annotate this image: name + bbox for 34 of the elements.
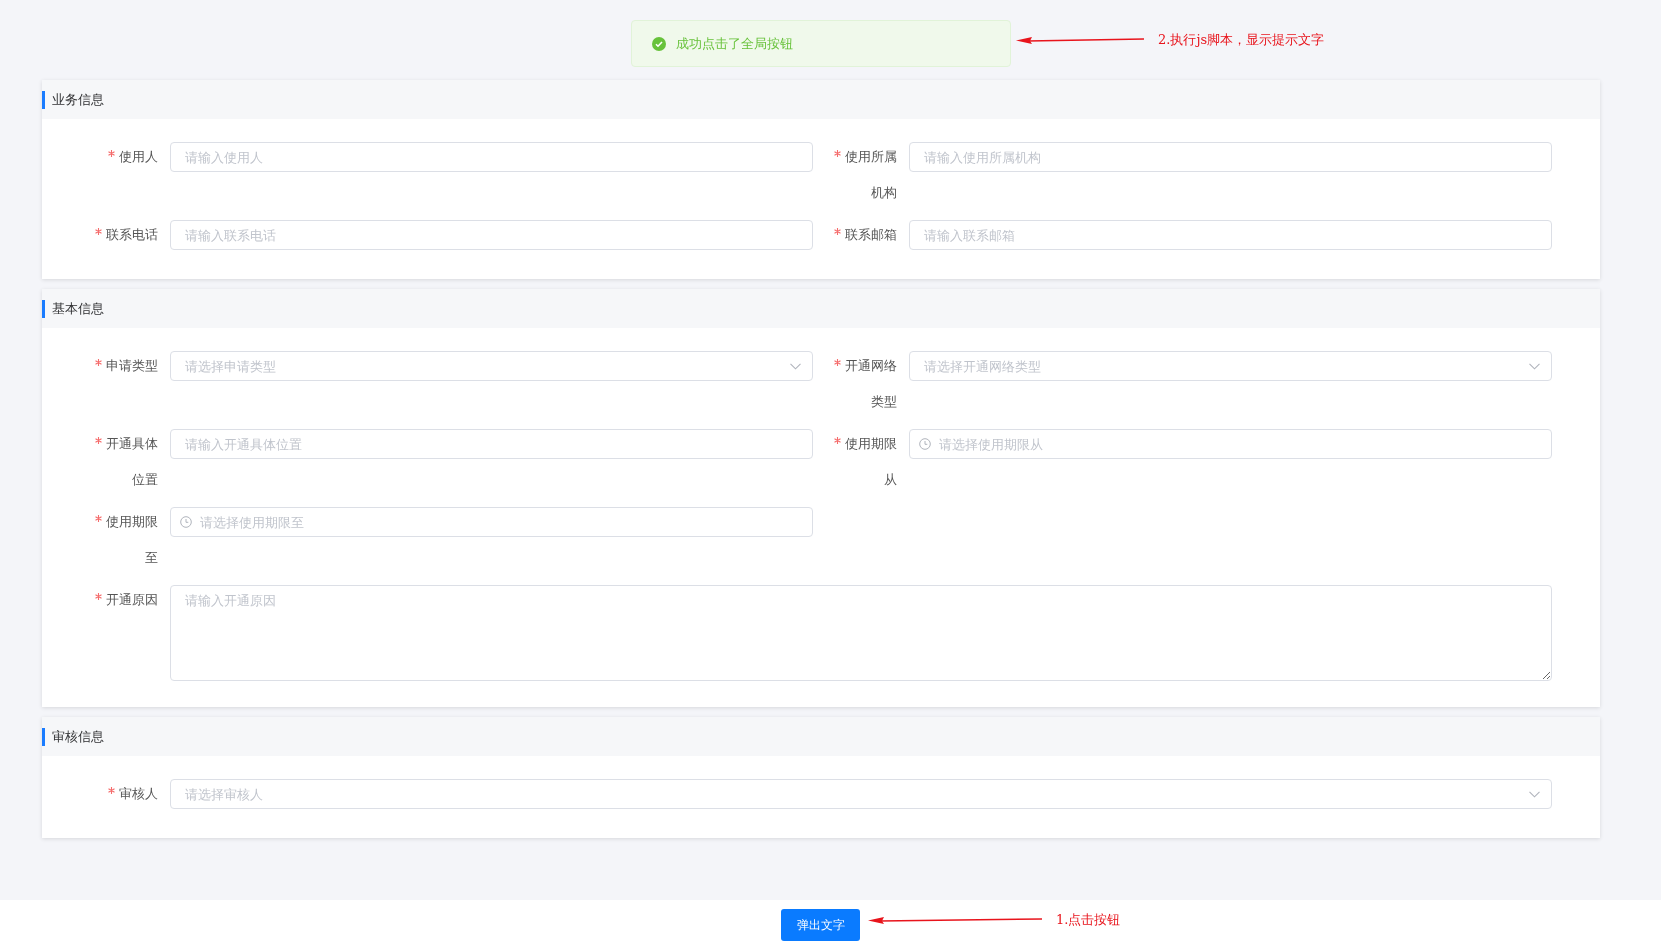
field-label: 使用人 bbox=[119, 149, 158, 164]
field-label: 开通具体位置 bbox=[106, 436, 158, 487]
input-field[interactable]: 请输入使用人 bbox=[170, 142, 813, 172]
field-label: 审核人 bbox=[119, 786, 158, 801]
field-label: 使用期限从 bbox=[845, 436, 897, 487]
date-field[interactable]: 请选择使用期限至 bbox=[170, 507, 813, 537]
section-title: 基本信息 bbox=[52, 299, 104, 318]
chevron-down-icon bbox=[790, 363, 801, 370]
field-label: 使用期限至 bbox=[106, 514, 158, 565]
check-circle-icon bbox=[652, 36, 666, 51]
section-title: 业务信息 bbox=[52, 90, 104, 109]
popup-text-button[interactable]: 弹出文字 bbox=[781, 909, 860, 941]
annotation-text: 1.点击按钮 bbox=[1056, 911, 1121, 929]
chevron-down-icon bbox=[1529, 363, 1540, 370]
annotation-text: 2.执行js脚本，显示提示文字 bbox=[1158, 31, 1325, 49]
input-field[interactable]: 请输入开通具体位置 bbox=[170, 429, 813, 459]
date-field[interactable]: 请选择使用期限从 bbox=[909, 429, 1552, 459]
field-label: 开通网络类型 bbox=[845, 358, 897, 409]
field-label: 申请类型 bbox=[106, 358, 158, 373]
field-label: 使用所属机构 bbox=[845, 149, 897, 200]
field-label: 开通原因 bbox=[106, 592, 158, 607]
input-field[interactable]: 请输入联系邮箱 bbox=[909, 220, 1552, 250]
select-field[interactable]: 请选择申请类型 bbox=[170, 351, 813, 381]
field-label: 联系电话 bbox=[106, 227, 158, 242]
chevron-down-icon bbox=[1529, 791, 1540, 798]
textarea-field[interactable]: 请输入开通原因 bbox=[170, 585, 1552, 681]
input-field[interactable]: 请输入联系电话 bbox=[170, 220, 813, 250]
clock-icon bbox=[180, 516, 192, 528]
clock-icon bbox=[919, 438, 931, 450]
field-label: 联系邮箱 bbox=[845, 227, 897, 242]
select-field[interactable]: 请选择审核人 bbox=[170, 779, 1552, 809]
select-field[interactable]: 请选择开通网络类型 bbox=[909, 351, 1552, 381]
section-title: 审核信息 bbox=[52, 727, 104, 746]
message-text: 成功点击了全局按钮 bbox=[676, 34, 793, 53]
